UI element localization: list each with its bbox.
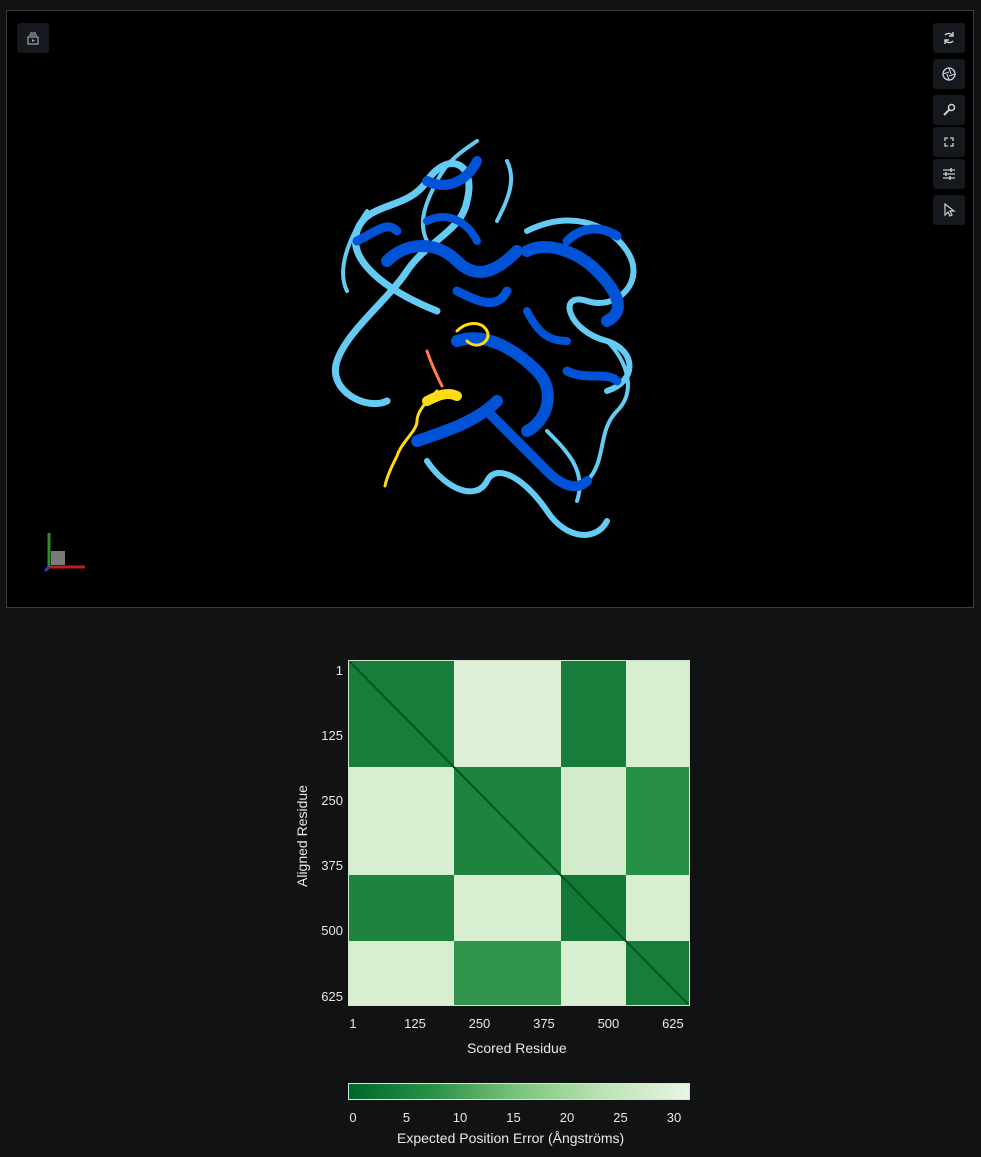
x-tick-label: 125 (404, 1016, 426, 1031)
pae-heatmap[interactable] (348, 660, 690, 1006)
x-tick-label: 375 (533, 1016, 555, 1031)
pae-colorbar (348, 1083, 690, 1100)
x-axis-label: Scored Residue (467, 1040, 567, 1056)
colorbar-label: Expected Position Error (Ångströms) (397, 1130, 625, 1146)
y-tick-label: 1 (335, 663, 343, 678)
pae-diagonal (349, 661, 689, 1005)
colorbar-tick-label: 30 (666, 1110, 682, 1125)
colorbar-tick-label: 20 (559, 1110, 575, 1125)
colorbar-tick-label: 15 (506, 1110, 521, 1125)
structure-viewer[interactable] (6, 10, 974, 608)
orientation-axes-widget (43, 533, 85, 573)
protein-structure[interactable] (7, 11, 973, 607)
y-tick-label: 625 (321, 988, 343, 1004)
x-tick-label: 250 (468, 1016, 491, 1031)
pae-plot: 1 125 250 375 500 625 1 125 250 375 500 625 Aligne… (0, 620, 981, 1157)
colorbar-tick-label: 5 (402, 1110, 411, 1125)
y-axis-label: Aligned Residue (294, 785, 310, 887)
colorbar-tick-label: 10 (452, 1110, 468, 1125)
x-tick-label: 500 (597, 1016, 620, 1031)
x-tick-label: 625 (662, 1016, 684, 1031)
y-tick-label: 500 (321, 923, 343, 939)
y-tick-label: 125 (321, 727, 343, 743)
x-tick-label: 1 (349, 1016, 357, 1031)
colorbar-tick-label: 25 (613, 1110, 628, 1125)
colorbar-tick-label: 0 (349, 1110, 357, 1125)
